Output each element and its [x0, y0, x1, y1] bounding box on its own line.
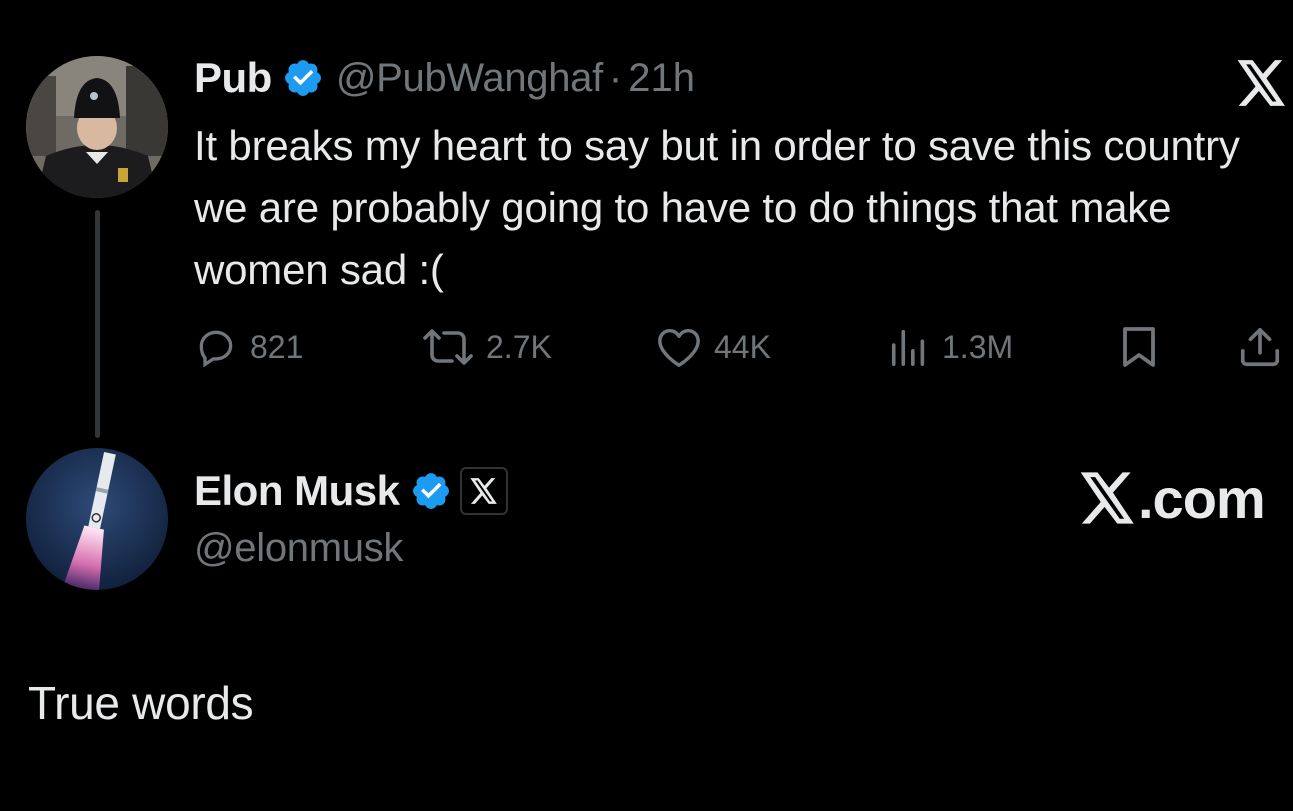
elon-avatar[interactable] [26, 448, 168, 590]
x-com-watermark: .com [1080, 466, 1266, 530]
views-button[interactable]: 1.3M [888, 325, 1013, 369]
quote-header: Elon Musk [194, 464, 508, 518]
x-com-text: .com [1138, 466, 1266, 530]
share-button[interactable] [1237, 325, 1293, 369]
retweet-count: 2.7K [486, 328, 552, 365]
bookmark-icon [1123, 327, 1155, 367]
author-handle[interactable]: @PubWanghaf [336, 56, 603, 101]
x-logo-icon [1237, 60, 1287, 106]
x-affiliation-badge-icon[interactable] [459, 467, 508, 515]
separator-dot: · [608, 55, 623, 100]
pub-avatar[interactable] [26, 56, 168, 198]
reply-icon [199, 330, 233, 368]
x-logo-icon [1080, 472, 1134, 524]
tweet-text: It breaks my heart to say but in order t… [194, 122, 1240, 293]
bookmark-button[interactable] [1119, 325, 1171, 369]
tweet-timestamp[interactable]: 21h [628, 56, 695, 101]
quote-body-text: True words [28, 677, 254, 729]
verified-badge-icon [282, 57, 324, 99]
tweet-header: Pub @PubWanghaf · 21h [194, 52, 695, 104]
reply-button[interactable]: 821 [194, 325, 303, 369]
like-count: 44K [714, 328, 771, 365]
thread-connector-line [95, 210, 100, 438]
quote-author-name[interactable]: Elon Musk [194, 467, 400, 515]
like-button[interactable]: 44K [656, 325, 771, 369]
author-name[interactable]: Pub [194, 54, 272, 102]
share-icon [1240, 327, 1280, 367]
reply-count: 821 [250, 328, 304, 365]
retweet-icon [423, 329, 473, 365]
heart-icon [658, 328, 700, 367]
quote-author-handle[interactable]: @elonmusk [194, 526, 403, 571]
views-count: 1.3M [942, 328, 1014, 365]
retweet-button[interactable]: 2.7K [422, 325, 552, 369]
views-chart-icon [891, 329, 925, 366]
verified-badge-icon [410, 470, 452, 512]
